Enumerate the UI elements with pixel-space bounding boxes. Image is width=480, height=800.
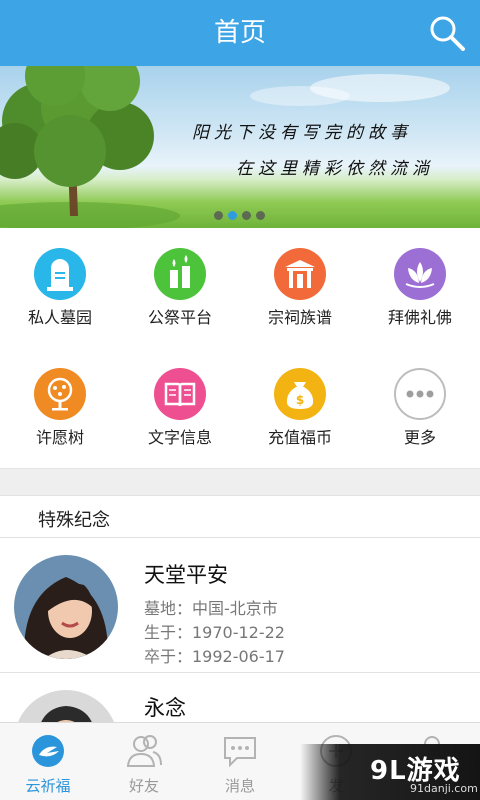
wish-tree-icon: [34, 368, 86, 420]
grid-item-public-memorial[interactable]: 公祭平台: [120, 228, 240, 348]
section-divider: [0, 468, 480, 496]
memorial-name: 天堂平安: [144, 563, 228, 587]
grid-item-more[interactable]: 更多: [360, 348, 480, 468]
grid-item-label: 文字信息: [147, 428, 212, 447]
carousel-dot[interactable]: [214, 211, 223, 220]
grid-item-label: 更多: [403, 428, 436, 447]
banner-slogan-line2: 在这里精彩依然流淌: [236, 159, 434, 179]
carousel-dot-active[interactable]: [228, 211, 237, 220]
grid-item-ancestral-hall[interactable]: 宗祠族谱: [240, 228, 360, 348]
avatar: [14, 555, 118, 659]
grid-item-label: 私人墓园: [27, 308, 92, 327]
grid-item-buddha-worship[interactable]: 拜佛礼佛: [360, 228, 480, 348]
lotus-icon: [394, 248, 446, 300]
message-icon: [220, 733, 260, 769]
memorial-card[interactable]: 天堂平安 墓地：中国-北京市 生于：1970-12-22 卒于：1992-06-…: [0, 539, 480, 673]
memorial-death-date: 卒于：1992-06-17: [144, 647, 285, 666]
banner-slogan-line1: 阳光下没有写完的故事: [192, 123, 412, 143]
page-title: 首页: [213, 18, 266, 48]
grid-item-label: 充值福币: [267, 428, 332, 447]
grid-item-recharge-coins[interactable]: $ 充值福币: [240, 348, 360, 468]
grid-item-private-cemetery[interactable]: 私人墓园: [0, 228, 120, 348]
svg-text:$: $: [296, 393, 304, 407]
nav-tab-friends[interactable]: 好友: [96, 723, 192, 800]
friends-icon: [124, 733, 164, 769]
book-icon: [154, 368, 206, 420]
grid-item-label: 宗祠族谱: [267, 308, 332, 327]
watermark: 9L游戏 91danji.com: [300, 744, 480, 800]
nav-tab-messages[interactable]: 消息: [192, 723, 288, 800]
memorial-birth-date: 生于：1970-12-22: [144, 623, 285, 642]
memorial-name: 永念: [144, 696, 186, 720]
more-dots-icon: [394, 368, 446, 420]
cloud-pray-icon: [28, 733, 68, 769]
nav-tab-label: 好友: [128, 777, 159, 795]
memorial-cemetery: 墓地：中国-北京市: [144, 599, 278, 618]
grid-item-label: 拜佛礼佛: [387, 308, 452, 327]
banner-carousel[interactable]: 阳光下没有写完的故事 在这里精彩依然流淌: [0, 66, 480, 228]
feature-grid: 私人墓园 公祭平台 宗祠族谱 拜佛礼佛 许愿树 文字信息 $ 充值福币 更多: [0, 228, 480, 468]
nav-tab-cloud-pray[interactable]: 云祈福: [0, 723, 96, 800]
grid-item-text-info[interactable]: 文字信息: [120, 348, 240, 468]
tombstone-icon: [34, 248, 86, 300]
carousel-dot[interactable]: [256, 211, 265, 220]
section-header: 特殊纪念: [0, 496, 480, 538]
money-bag-icon: $: [274, 368, 326, 420]
candles-icon: [154, 248, 206, 300]
grid-item-label: 许愿树: [35, 428, 84, 447]
temple-gate-icon: [274, 248, 326, 300]
search-icon[interactable]: [428, 14, 466, 52]
grid-item-label: 公祭平台: [147, 308, 212, 327]
watermark-url: 91danji.com: [410, 782, 478, 795]
grid-item-wish-tree[interactable]: 许愿树: [0, 348, 120, 468]
section-title: 特殊纪念: [38, 510, 110, 531]
banner-tree-illustration: [0, 66, 450, 228]
carousel-dot[interactable]: [242, 211, 251, 220]
carousel-indicator: [214, 211, 265, 220]
top-bar: 首页: [0, 0, 480, 66]
nav-tab-label: 消息: [224, 777, 255, 795]
nav-tab-label: 云祈福: [25, 777, 71, 795]
